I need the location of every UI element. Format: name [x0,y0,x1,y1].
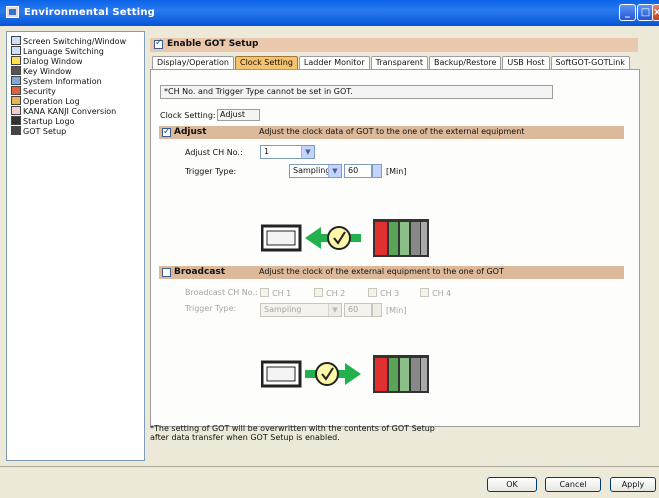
adjust-interval-input[interactable]: 60 [344,164,372,178]
tab-backup-restore[interactable]: Backup/Restore [428,56,502,69]
broadcast-description: Adjust the clock of the external equipme… [259,267,504,276]
footnote-line-1: *The setting of GOT will be overwritten … [150,424,435,433]
cancel-button[interactable]: Cancel [545,477,601,492]
adjust-section-bar: Adjust Adjust the clock data of GOT to t… [159,126,624,139]
clock-setting-label: Clock Setting: [160,111,216,120]
adjust-trigger-select[interactable]: Sampling ▼ [289,164,342,178]
keypad-icon [11,66,21,75]
kana-kanji-icon [11,106,21,115]
tab-display-operation[interactable]: Display/Operation [152,56,234,69]
tab-softgot-gotlink[interactable]: SoftGOT-GOTLink [550,56,630,69]
window-title: Environmental Setting [24,7,156,18]
tree-item-startup-logo[interactable]: Startup Logo [11,116,74,126]
tab-transparent[interactable]: Transparent [370,56,428,69]
adjust-checkbox[interactable] [162,126,171,138]
divider [0,466,659,467]
broadcast-trigger-label: Trigger Type: [185,304,237,313]
tree-item-got-setup[interactable]: GOT Setup [11,126,67,136]
tab-clock-setting[interactable]: Clock Setting [235,56,298,69]
app-icon [6,6,19,18]
security-icon [11,86,21,95]
settings-tree: Screen Switching/Window Language Switchi… [6,31,145,461]
plc-icon [373,355,429,393]
tree-item-screen-switching[interactable]: Screen Switching/Window [11,36,126,46]
dialog-warning-icon [11,56,21,65]
ok-button[interactable]: OK [487,477,537,492]
system-info-icon [11,76,21,85]
enable-got-setup-label: Enable GOT Setup [167,39,259,49]
clock-icon [315,362,339,386]
operation-log-icon [11,96,21,105]
tab-usb-host[interactable]: USB Host [502,56,550,69]
tree-item-dialog-window[interactable]: Dialog Window [11,56,83,66]
broadcast-ch4-checkbox[interactable] [420,288,429,297]
clock-icon [327,226,351,250]
broadcast-interval-unit: [Min] [386,306,407,315]
broadcast-ch4-option[interactable]: CH 4 [420,288,451,298]
broadcast-title: Broadcast [174,267,226,277]
adjust-ch-select[interactable]: 1 ▼ [260,145,315,159]
broadcast-interval-input[interactable]: 60 [344,303,372,317]
chevron-down-icon: ▼ [328,165,341,177]
footnote: *The setting of GOT will be overwritten … [150,424,435,442]
language-icon [11,46,21,55]
clock-setting-panel: *CH No. and Trigger Type cannot be set i… [150,69,640,427]
broadcast-interval-spinner[interactable] [372,303,382,317]
startup-logo-icon [11,116,21,125]
adjust-interval-spinner[interactable] [372,164,382,178]
enable-got-setup-bar: Enable GOT Setup [150,38,638,52]
broadcast-checkbox[interactable] [162,268,171,277]
adjust-title: Adjust [174,127,207,137]
title-bar: Environmental Setting _ □ × [0,0,659,26]
screen-switching-icon [11,36,21,45]
adjust-description: Adjust the clock data of GOT to the one … [259,127,525,136]
plc-icon [373,219,429,257]
got-setup-icon [11,126,21,135]
tree-item-language-switching[interactable]: Language Switching [11,46,104,56]
tab-ladder-monitor[interactable]: Ladder Monitor [298,56,370,69]
tree-item-system-information[interactable]: System Information [11,76,102,86]
chevron-down-icon: ▼ [328,304,341,316]
adjust-trigger-label: Trigger Type: [185,167,237,176]
broadcast-ch1-checkbox[interactable] [260,288,269,297]
settings-panel: Enable GOT Setup Display/OperationClock … [150,31,653,461]
adjust-ch-label: Adjust CH No.: [185,148,243,157]
broadcast-ch-label: Broadcast CH No.: [185,288,258,297]
tree-item-key-window[interactable]: Key Window [11,66,72,76]
broadcast-ch3-checkbox[interactable] [368,288,377,297]
broadcast-ch2-checkbox[interactable] [314,288,323,297]
broadcast-ch1-option[interactable]: CH 1 [260,288,291,298]
tree-item-kana-kanji[interactable]: KANA KANJI Conversion [11,106,116,116]
tree-item-operation-log[interactable]: Operation Log [11,96,80,106]
apply-button[interactable]: Apply [610,477,656,492]
footnote-line-2: after data transfer when GOT Setup is en… [150,433,340,442]
clock-setting-value: Adjust [217,109,260,121]
broadcast-ch2-option[interactable]: CH 2 [314,288,345,298]
tree-item-security[interactable]: Security [11,86,56,96]
broadcast-ch3-option[interactable]: CH 3 [368,288,399,298]
adjust-diagram [261,219,429,257]
tab-strip: Display/Operation Clock Setting Ladder Mon… [152,56,631,70]
broadcast-trigger-select[interactable]: Sampling ▼ [260,303,342,317]
adjust-interval-unit: [Min] [386,167,407,176]
clock-note: *CH No. and Trigger Type cannot be set i… [160,85,553,99]
chevron-down-icon: ▼ [301,146,314,158]
close-button[interactable]: × [652,4,659,21]
broadcast-section-bar: Broadcast Adjust the clock of the extern… [159,266,624,279]
broadcast-diagram [261,355,429,393]
enable-got-setup-checkbox[interactable] [154,38,163,49]
minimize-button[interactable]: _ [619,4,636,21]
